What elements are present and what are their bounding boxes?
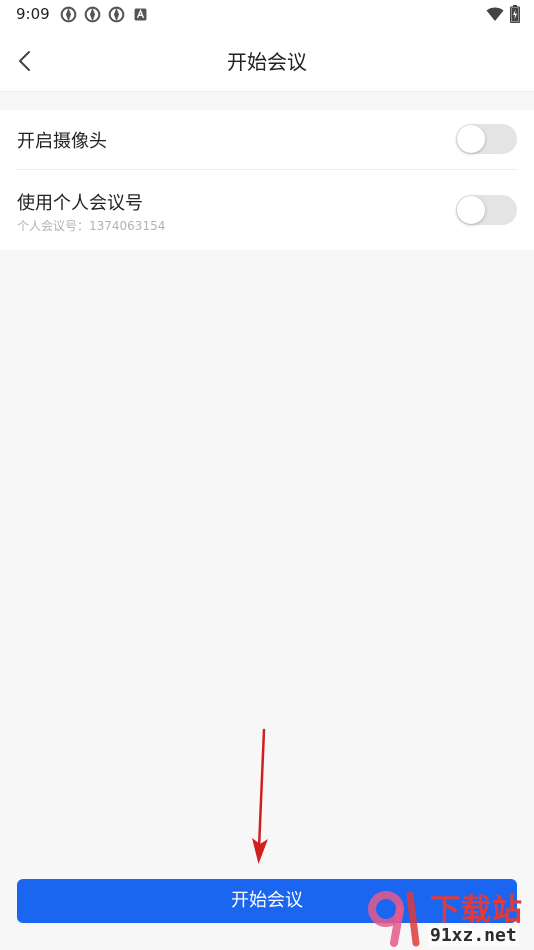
- camera-toggle[interactable]: [456, 124, 517, 154]
- toggle-knob: [457, 125, 485, 153]
- notification-icons: [60, 6, 149, 23]
- app-notification-icon: [60, 6, 77, 23]
- a-icon: [134, 8, 147, 21]
- camera-setting-row: 开启摄像头: [0, 110, 534, 170]
- app-bar: 开始会议: [0, 30, 534, 92]
- page-title: 开始会议: [227, 50, 307, 74]
- battery-charging-icon: [510, 5, 520, 23]
- toggle-knob: [457, 196, 485, 224]
- system-icons: [486, 5, 520, 23]
- personal-meeting-id-label: 使用个人会议号: [17, 193, 143, 214]
- app-notification-icon: [84, 6, 101, 23]
- personal-meeting-id-row: 使用个人会议号 个人会议号：1374063154: [0, 170, 534, 250]
- watermark-logo-icon: [368, 891, 420, 947]
- annotation-arrow-icon: [252, 728, 268, 864]
- status-bar: 9:09: [0, 0, 534, 30]
- app-notification-icon: [108, 6, 125, 23]
- wifi-icon: [486, 7, 504, 21]
- watermark-bottom-text: 91xz.net: [428, 925, 519, 946]
- watermark-top-text: 下载站: [430, 893, 523, 928]
- personal-meeting-id-toggle[interactable]: [456, 195, 517, 225]
- personal-meeting-id-value: 个人会议号：1374063154: [17, 219, 166, 233]
- status-time: 9:09: [16, 5, 50, 23]
- camera-setting-label: 开启摄像头: [17, 131, 107, 152]
- watermark: 下载站 91xz.net: [360, 885, 532, 949]
- settings-card: 开启摄像头 使用个人会议号 个人会议号：1374063154: [0, 110, 534, 250]
